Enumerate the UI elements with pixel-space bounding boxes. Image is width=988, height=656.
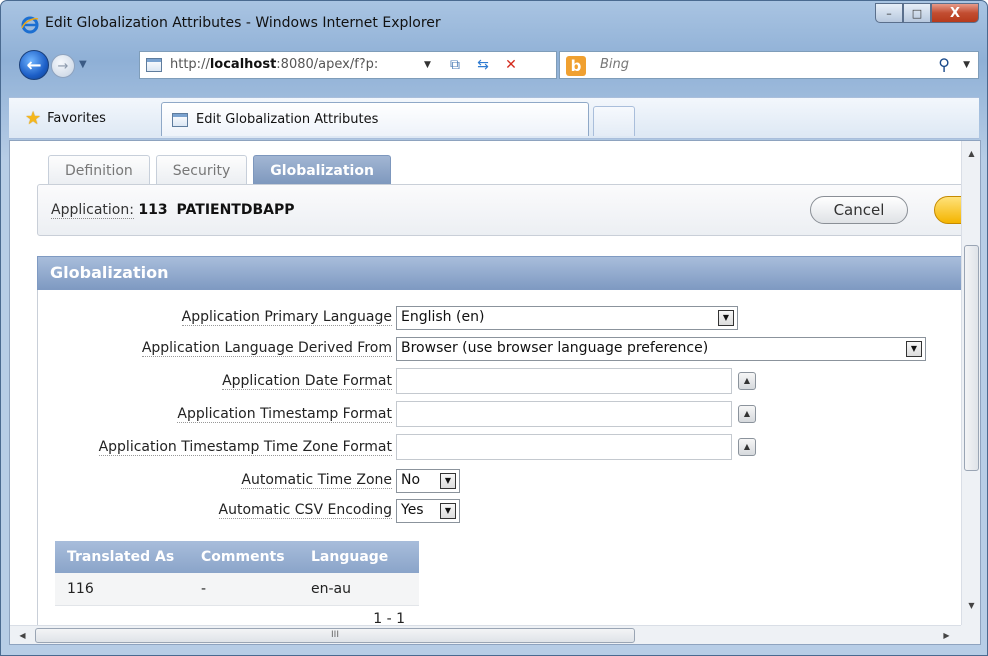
timestamp-tz-format-input[interactable] bbox=[396, 434, 732, 460]
bing-logo-icon: b bbox=[566, 56, 586, 76]
vertical-scrollbar[interactable]: ▲ ▼ bbox=[961, 141, 980, 626]
cell-translated-as: 116 bbox=[67, 581, 94, 597]
back-button[interactable]: ← bbox=[19, 50, 49, 80]
new-tab-button[interactable] bbox=[593, 106, 635, 136]
scroll-up-icon[interactable]: ▲ bbox=[962, 145, 980, 162]
report-header: Translated As Comments Language bbox=[55, 541, 419, 573]
history-dropdown-icon[interactable]: ▼ bbox=[79, 59, 87, 70]
tab-globalization[interactable]: Globalization bbox=[253, 155, 391, 185]
forward-button[interactable]: → bbox=[51, 54, 75, 78]
page-icon bbox=[172, 113, 188, 127]
search-box[interactable]: b Bing ⚲ ▼ bbox=[559, 51, 979, 79]
horizontal-scrollbar[interactable]: ◀ III ▶ bbox=[10, 625, 962, 644]
date-format-input[interactable] bbox=[396, 368, 732, 394]
refresh-icon[interactable]: ⇆ bbox=[470, 53, 496, 77]
popup-list-icon[interactable]: ▲ bbox=[738, 372, 756, 390]
cancel-button[interactable]: Cancel bbox=[810, 196, 908, 224]
search-input[interactable]: Bing bbox=[600, 57, 629, 72]
popup-list-icon[interactable]: ▲ bbox=[738, 438, 756, 456]
address-bar[interactable]: http://localhost:8080/apex/f?p: ▼ ⧉ ⇆ ✕ bbox=[139, 51, 557, 79]
timestamp-format-label: Application Timestamp Format bbox=[177, 406, 392, 423]
tab-security[interactable]: Security bbox=[155, 155, 248, 185]
tab-definition[interactable]: Definition bbox=[48, 155, 150, 185]
browser-tab[interactable]: Edit Globalization Attributes bbox=[161, 102, 589, 136]
timestamp-tz-format-label: Application Timestamp Time Zone Format bbox=[98, 439, 392, 456]
automatic-time-zone-select[interactable]: No ▼ bbox=[396, 469, 460, 493]
translations-report: Translated As Comments Language 116 - en… bbox=[55, 541, 419, 627]
primary-language-label: Application Primary Language bbox=[181, 309, 392, 326]
automatic-time-zone-label: Automatic Time Zone bbox=[241, 472, 392, 489]
column-header-comments[interactable]: Comments bbox=[187, 541, 299, 573]
scroll-right-icon[interactable]: ▶ bbox=[938, 626, 955, 644]
pagination-row: 1 - 1 bbox=[55, 606, 419, 627]
page-icon bbox=[146, 58, 162, 72]
region-title: Globalization bbox=[50, 263, 169, 282]
cell-comments: - bbox=[201, 581, 207, 597]
automatic-csv-encoding-label: Automatic CSV Encoding bbox=[218, 502, 392, 519]
favorites-bar: ★ Favorites Edit Globalization Attribute… bbox=[9, 97, 979, 139]
chevron-down-icon[interactable]: ▼ bbox=[718, 310, 734, 326]
compatibility-view-icon[interactable]: ⧉ bbox=[442, 53, 468, 77]
title-bar: Edit Globalization Attributes - Windows … bbox=[1, 1, 987, 41]
scrollbar-corner bbox=[961, 625, 980, 644]
search-dropdown-icon[interactable]: ▼ bbox=[963, 60, 970, 70]
language-derived-from-select[interactable]: Browser (use browser language preference… bbox=[396, 337, 926, 361]
address-dropdown-icon[interactable]: ▼ bbox=[424, 60, 431, 70]
maximize-button[interactable]: □ bbox=[903, 3, 931, 23]
window-title: Edit Globalization Attributes - Windows … bbox=[45, 15, 441, 31]
application-bar: Application: 113 PATIENTDBAPP Cancel bbox=[37, 184, 980, 236]
language-derived-from-label: Application Language Derived From bbox=[141, 340, 392, 357]
navigation-bar: ← → ▼ http://localhost:8080/apex/f?p: ▼ … bbox=[9, 45, 979, 85]
scroll-down-icon[interactable]: ▼ bbox=[962, 597, 980, 614]
application-label: Application: 113 PATIENTDBAPP bbox=[51, 202, 295, 219]
globalization-region-header: Globalization bbox=[37, 256, 980, 290]
favorites-button[interactable]: ★ Favorites bbox=[25, 108, 106, 129]
popup-list-icon[interactable]: ▲ bbox=[738, 405, 756, 423]
address-actions: ⧉ ⇆ ✕ bbox=[442, 53, 524, 77]
cell-language: en-au bbox=[311, 581, 351, 597]
close-button[interactable]: X bbox=[931, 3, 979, 23]
window-controls: – □ X bbox=[875, 3, 979, 23]
pagination-text: 1 - 1 bbox=[373, 611, 405, 627]
automatic-csv-encoding-select[interactable]: Yes ▼ bbox=[396, 499, 460, 523]
chevron-down-icon[interactable]: ▼ bbox=[906, 341, 922, 357]
star-icon: ★ bbox=[25, 108, 42, 129]
date-format-label: Application Date Format bbox=[222, 373, 392, 390]
apex-tabs: Definition Security Globalization bbox=[48, 155, 391, 185]
vertical-scroll-thumb[interactable] bbox=[964, 245, 979, 471]
browser-window: Edit Globalization Attributes - Windows … bbox=[0, 0, 988, 656]
ie-logo-icon bbox=[21, 16, 39, 34]
scroll-left-icon[interactable]: ◀ bbox=[14, 626, 31, 644]
primary-language-select[interactable]: English (en) ▼ bbox=[396, 306, 738, 330]
search-icon[interactable]: ⚲ bbox=[938, 55, 950, 74]
tab-label: Edit Globalization Attributes bbox=[196, 112, 379, 127]
timestamp-format-input[interactable] bbox=[396, 401, 732, 427]
horizontal-scroll-thumb[interactable]: III bbox=[35, 628, 635, 643]
page-viewport: Definition Security Globalization Applic… bbox=[9, 140, 981, 645]
table-row[interactable]: 116 - en-au bbox=[55, 573, 419, 606]
column-header-translated-as[interactable]: Translated As bbox=[55, 541, 187, 573]
column-header-language[interactable]: Language bbox=[299, 541, 419, 573]
chevron-down-icon[interactable]: ▼ bbox=[440, 503, 456, 519]
chevron-down-icon[interactable]: ▼ bbox=[440, 473, 456, 489]
minimize-button[interactable]: – bbox=[875, 3, 903, 23]
url-text[interactable]: http://localhost:8080/apex/f?p: bbox=[170, 57, 378, 72]
stop-icon[interactable]: ✕ bbox=[498, 53, 524, 77]
